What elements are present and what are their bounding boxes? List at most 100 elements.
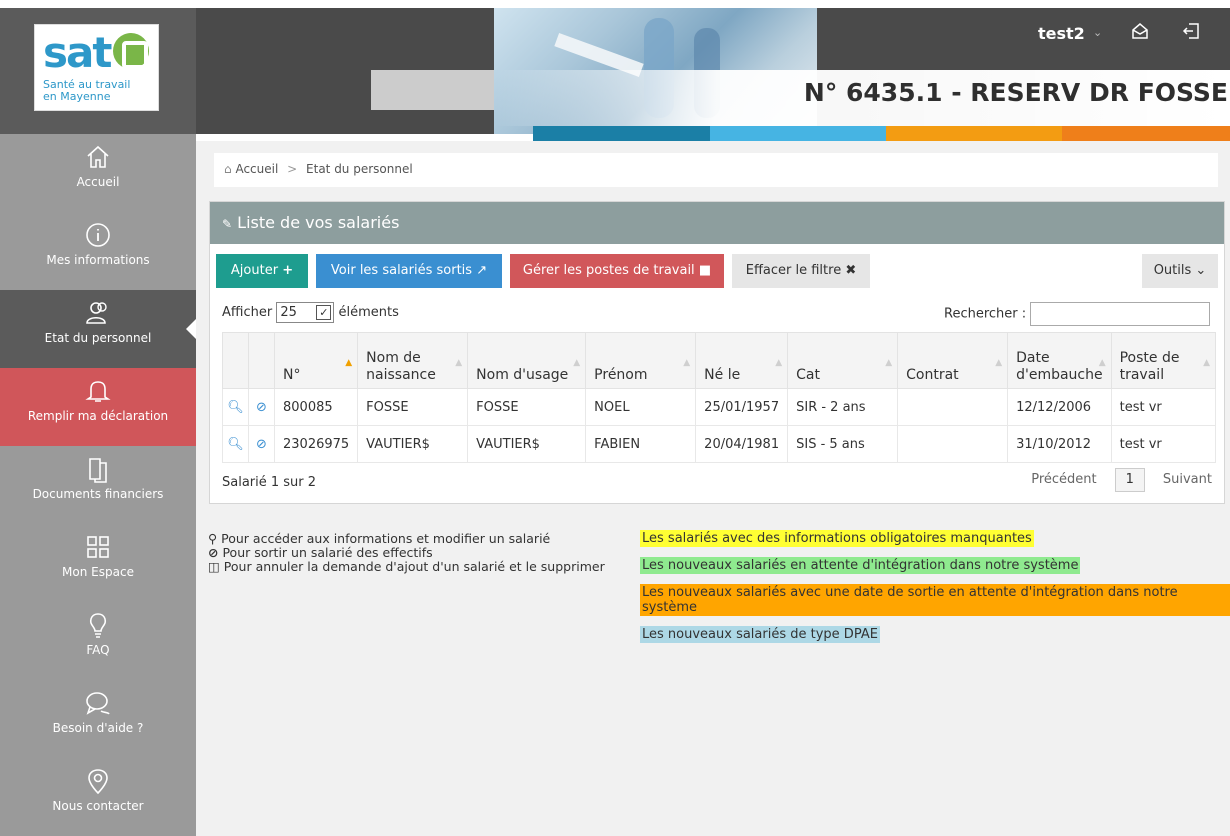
sidebar-item-documents-financiers[interactable]: Documents financiers	[0, 446, 196, 524]
sort-icon: ▲	[683, 358, 691, 368]
sidebar-item-etat-du-personnel[interactable]: Etat du personnel	[0, 290, 196, 368]
header-action-1	[222, 332, 249, 389]
header-label: Contrat	[906, 367, 959, 383]
logo-subtitle: Santé au travail en Mayenne	[43, 79, 130, 103]
user-menu[interactable]: test2	[1038, 24, 1085, 43]
cell-nom-naissance: FOSSE	[357, 388, 469, 426]
show-prefix: Afficher	[222, 305, 273, 320]
sort-asc-icon: ▲	[345, 358, 353, 368]
messages-icon[interactable]	[1131, 22, 1149, 45]
ban-icon[interactable]: ⊘	[248, 425, 275, 463]
table-row: 🔍︎ ⊘ 800085 FOSSE FOSSE NOEL 25/01/1957 …	[222, 388, 1217, 426]
sidebar-item-nous-contacter[interactable]: Nous contacter	[0, 758, 196, 836]
header-poste-travail[interactable]: Poste de travail ▲	[1110, 332, 1217, 389]
external-link-icon: ↗	[476, 263, 488, 278]
header-cat[interactable]: Cat ▲	[787, 332, 899, 389]
checkmark-icon: ✓	[316, 305, 332, 320]
search-icon: ⚲	[208, 531, 218, 546]
legend-dpae: Les nouveaux salariés de type DPAE	[640, 626, 880, 643]
plus-icon: +	[282, 263, 294, 278]
sidebar-item-mes-informations[interactable]: Mes informations	[0, 212, 196, 290]
search-icon[interactable]: 🔍︎	[222, 425, 249, 463]
header-label: Né le	[704, 367, 741, 383]
grid-icon	[87, 536, 109, 558]
active-indicator	[186, 319, 196, 339]
header-banner: N° 6435.1 - RESERV DR FOSSE test2 ⌄	[196, 8, 1230, 134]
info-icon	[86, 223, 110, 247]
sort-icon: ▲	[455, 358, 463, 368]
home-icon[interactable]: ⌂	[224, 162, 232, 176]
add-button-label: Ajouter	[230, 263, 279, 278]
sidebar-item-remplir-declaration[interactable]: Remplir ma déclaration	[0, 368, 196, 446]
chevron-down-icon[interactable]: ⌄	[1093, 26, 1102, 39]
home-icon	[87, 145, 109, 168]
header-contrat[interactable]: Contrat ▲	[897, 332, 1009, 389]
logo-area: sat Santé au travail en Mayenne	[0, 8, 196, 134]
pagination-next[interactable]: Suivant	[1163, 472, 1212, 487]
sortis-button-label: Voir les salariés sortis	[330, 263, 473, 278]
sort-icon: ▲	[1098, 358, 1106, 368]
header-ne-le[interactable]: Né le ▲	[695, 332, 789, 389]
header-nom-naissance[interactable]: Nom de naissance ▲	[357, 332, 469, 389]
page-length-value: 25	[280, 305, 297, 320]
panel-title: Liste de vos salariés	[237, 213, 400, 232]
sidebar: Accueil Mes informations Etat du personn…	[0, 134, 196, 836]
sidebar-item-accueil[interactable]: Accueil	[0, 134, 196, 212]
show-suffix: éléments	[338, 305, 399, 320]
breadcrumb-home[interactable]: Accueil	[235, 162, 278, 176]
postes-button-label: Gérer les postes de travail	[522, 263, 695, 278]
outils-button-label: Outils	[1153, 263, 1192, 278]
header-prenom[interactable]: Prénom ▲	[585, 332, 697, 389]
header-gray-bar	[371, 70, 505, 110]
legend-pending-exit: Les nouveaux salariés avec une date de s…	[640, 584, 1230, 616]
sidebar-item-mon-espace[interactable]: Mon Espace	[0, 524, 196, 602]
logo-subtitle-line2: en Mayenne	[43, 90, 111, 103]
header-nom-usage[interactable]: Nom d'usage ▲	[467, 332, 587, 389]
search-input[interactable]	[1030, 302, 1211, 326]
color-legend: Les salariés avec des informations oblig…	[640, 530, 1230, 653]
pagination-previous[interactable]: Précédent	[1031, 472, 1096, 487]
documents-icon	[89, 458, 107, 483]
logo[interactable]: sat Santé au travail en Mayenne	[34, 24, 159, 111]
sidebar-item-label: Etat du personnel	[44, 331, 152, 345]
sidebar-item-label: Remplir ma déclaration	[27, 409, 169, 423]
cell-poste-travail: test vr	[1110, 388, 1217, 426]
header-numero[interactable]: N° ▲	[273, 332, 359, 389]
legend-text: Pour accéder aux informations et modifie…	[221, 531, 551, 546]
ban-icon[interactable]: ⊘	[248, 388, 275, 426]
sidebar-item-label: Mon Espace	[62, 565, 134, 579]
pagination: Précédent 1 Suivant	[1031, 468, 1212, 492]
view-exited-employees-button[interactable]: Voir les salariés sortis ↗	[316, 254, 502, 288]
sort-icon: ▲	[573, 358, 581, 368]
add-employee-button[interactable]: Ajouter +	[216, 254, 308, 288]
page-length-select[interactable]: 25 ✓	[276, 302, 335, 323]
logo-e-icon	[113, 33, 149, 69]
legend-text: Pour sortir un salarié des effectifs	[222, 545, 433, 560]
manage-workstations-button[interactable]: Gérer les postes de travail ■	[510, 254, 724, 288]
sidebar-item-label: Besoin d'aide ?	[52, 721, 144, 735]
sidebar-item-label: Accueil	[76, 175, 120, 189]
search-label: Rechercher :	[944, 306, 1027, 322]
icon-legend: ⚲ Pour accéder aux informations et modif…	[208, 532, 605, 574]
sidebar-item-besoin-aide[interactable]: Besoin d'aide ?	[0, 680, 196, 758]
panel-header: ✎ Liste de vos salariés	[210, 202, 1224, 244]
header-date-embauche[interactable]: Date d'embauche ▲	[1007, 332, 1112, 389]
cell-numero: 800085	[273, 388, 359, 426]
sort-icon: ▲	[995, 358, 1003, 368]
cell-date-embauche: 12/12/2006	[1007, 388, 1112, 426]
table-row: 🔍︎ ⊘ 23026975 VAUTIER$ VAUTIER$ FABIEN 2…	[222, 425, 1217, 463]
sidebar-item-faq[interactable]: FAQ	[0, 602, 196, 680]
legend-pending-integration: Les nouveaux salariés en attente d'intég…	[640, 557, 1081, 574]
logout-icon[interactable]	[1182, 22, 1200, 45]
cell-contrat	[897, 388, 1009, 426]
clear-filter-button[interactable]: Effacer le filtre ✖	[732, 254, 870, 288]
cell-poste-travail: test vr	[1110, 425, 1217, 463]
search-icon[interactable]: 🔍︎	[222, 388, 249, 426]
pagination-page-1[interactable]: 1	[1114, 468, 1145, 492]
tools-dropdown-button[interactable]: Outils ⌄	[1142, 254, 1218, 288]
sort-icon: ▲	[885, 358, 893, 368]
cell-date-embauche: 31/10/2012	[1007, 425, 1112, 463]
legend-item: ⊘ Pour sortir un salarié des effectifs	[208, 546, 605, 560]
table-search: Rechercher :	[944, 302, 1211, 326]
header-action-2	[248, 332, 275, 389]
